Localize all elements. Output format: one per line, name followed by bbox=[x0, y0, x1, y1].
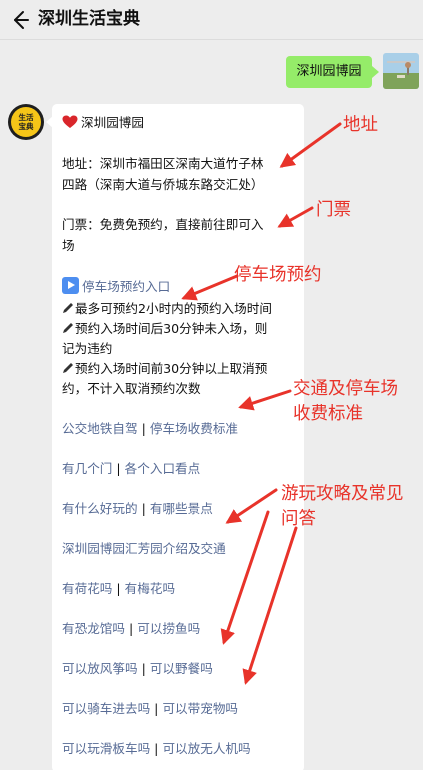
link-cycling[interactable]: 可以骑车进去吗 bbox=[62, 701, 150, 716]
link-picnic[interactable]: 可以野餐吗 bbox=[150, 661, 213, 676]
link-row: 有几个门 | 各个入口看点 bbox=[62, 460, 200, 478]
rule-2-text: 预约入场时间后30分钟未入场，则 bbox=[75, 321, 268, 336]
incoming-bubble-tail bbox=[46, 116, 53, 128]
chat-title: 深圳生活宝典 bbox=[38, 9, 140, 29]
link-lotus[interactable]: 有荷花吗 bbox=[62, 581, 112, 596]
rule-3-text: 预约入场时间前30分钟以上取消预 bbox=[75, 361, 268, 376]
link-gates[interactable]: 有几个门 bbox=[62, 461, 112, 476]
annotation-guide-2: 问答 bbox=[281, 509, 316, 529]
annotation-ticket: 门票 bbox=[316, 200, 351, 220]
heart-icon bbox=[62, 115, 78, 128]
link-entrances[interactable]: 各个入口看点 bbox=[125, 461, 201, 476]
link-separator: | bbox=[116, 461, 121, 476]
parking-reservation-link[interactable]: 停车场预约入口 bbox=[62, 277, 170, 296]
link-separator: | bbox=[116, 581, 121, 596]
link-kite[interactable]: 可以放风筝吗 bbox=[62, 661, 138, 676]
address-line-2: 四路（深南大道与侨城东路交汇处） bbox=[62, 177, 264, 192]
back-arrow-icon[interactable] bbox=[8, 8, 32, 32]
rule-3-cont: 约，不计入取消预约次数 bbox=[62, 381, 201, 396]
card-title-row: 深圳园博园 bbox=[62, 114, 144, 132]
link-row: 有恐龙馆吗 | 可以捞鱼吗 bbox=[62, 620, 200, 638]
link-transport[interactable]: 公交地铁自驾 bbox=[62, 421, 138, 436]
top-bar: 深圳生活宝典 bbox=[0, 0, 423, 40]
outgoing-message-bubble[interactable]: 深圳园博园 bbox=[286, 56, 372, 88]
avatar-text-line1: 生活 bbox=[18, 113, 34, 122]
link-dinosaur[interactable]: 有恐龙馆吗 bbox=[62, 621, 125, 636]
outgoing-bubble-tail bbox=[372, 66, 379, 78]
link-parking-fees[interactable]: 停车场收费标准 bbox=[150, 421, 238, 436]
link-attractions[interactable]: 有哪些景点 bbox=[150, 501, 213, 516]
link-separator: | bbox=[128, 621, 134, 636]
link-drone[interactable]: 可以放无人机吗 bbox=[162, 741, 250, 756]
link-separator: | bbox=[141, 661, 146, 676]
pencil-icon bbox=[63, 363, 73, 373]
link-separator: | bbox=[154, 701, 159, 716]
link-huifang-garden[interactable]: 深圳园博园汇芳园介绍及交通 bbox=[62, 541, 226, 556]
pencil-icon bbox=[63, 323, 73, 333]
link-row: 公交地铁自驾 | 停车场收费标准 bbox=[62, 420, 238, 438]
parking-reservation-label: 停车场预约入口 bbox=[82, 279, 171, 294]
card-title: 深圳园博园 bbox=[81, 115, 144, 130]
annotation-parking: 停车场预约 bbox=[234, 265, 322, 285]
address-line-1: 地址：深圳市福田区深南大道竹子林 bbox=[62, 156, 264, 171]
link-row: 可以放风筝吗 | 可以野餐吗 bbox=[62, 660, 213, 678]
ticket-line-1: 门票：免费免预约，直接前往即可入 bbox=[62, 217, 264, 232]
link-pets[interactable]: 可以带宠物吗 bbox=[162, 701, 238, 716]
link-plum[interactable]: 有梅花吗 bbox=[125, 581, 175, 596]
link-row: 可以玩滑板车吗 | 可以放无人机吗 bbox=[62, 740, 251, 758]
link-separator: | bbox=[141, 501, 146, 516]
link-separator: | bbox=[141, 421, 146, 436]
pencil-icon bbox=[63, 303, 73, 313]
annotation-traffic-2: 收费标准 bbox=[293, 404, 363, 424]
link-fun[interactable]: 有什么好玩的 bbox=[62, 501, 138, 516]
user-avatar[interactable] bbox=[383, 53, 419, 89]
official-account-avatar[interactable]: 生活 宝典 bbox=[8, 104, 44, 140]
rule-3: 预约入场时间前30分钟以上取消预 bbox=[62, 360, 267, 378]
link-scooter[interactable]: 可以玩滑板车吗 bbox=[62, 741, 150, 756]
annotation-guide-1: 游玩攻略及常见 bbox=[281, 484, 404, 504]
link-separator: | bbox=[154, 741, 159, 756]
link-row: 有荷花吗 | 有梅花吗 bbox=[62, 580, 175, 598]
rule-2-cont: 记为违约 bbox=[62, 341, 113, 356]
ticket-line-2: 场 bbox=[62, 238, 75, 253]
link-row: 可以骑车进去吗 | 可以带宠物吗 bbox=[62, 700, 238, 718]
rule-2: 预约入场时间后30分钟未入场，则 bbox=[62, 320, 267, 338]
link-row: 深圳园博园汇芳园介绍及交通 bbox=[62, 540, 226, 558]
link-fishing[interactable]: 可以捞鱼吗 bbox=[137, 621, 200, 636]
annotation-traffic-1: 交通及停车场 bbox=[293, 379, 398, 399]
play-icon bbox=[62, 277, 79, 294]
avatar-text-line2: 宝典 bbox=[18, 122, 34, 131]
annotation-address: 地址 bbox=[343, 115, 378, 135]
rule-1-text: 最多可预约2小时内的预约入场时间 bbox=[75, 301, 272, 316]
rule-1: 最多可预约2小时内的预约入场时间 bbox=[62, 300, 272, 318]
link-row: 有什么好玩的 | 有哪些景点 bbox=[62, 500, 213, 518]
